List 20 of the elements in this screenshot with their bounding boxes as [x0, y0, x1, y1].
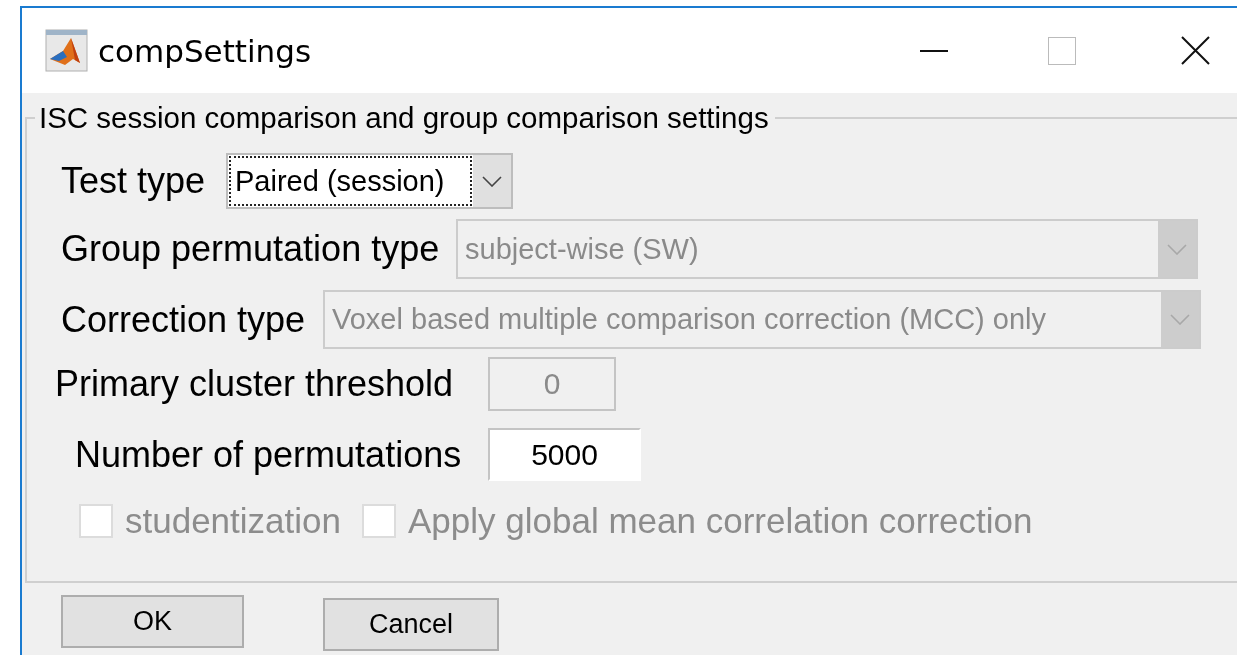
dialog-button[interactable]: Cancel	[323, 598, 499, 651]
caret-icon	[1170, 314, 1190, 325]
input-field[interactable]: 5000	[488, 428, 641, 481]
maximize-icon	[1048, 36, 1076, 65]
dropdown[interactable]: Paired (session)	[226, 153, 513, 209]
checkbox-label: Apply global mean correlation correction	[408, 501, 1033, 541]
minimize-icon	[920, 49, 948, 52]
window-title: compSettings	[98, 32, 313, 69]
field-label: Group permutation type	[61, 228, 441, 270]
caret-icon	[482, 175, 502, 187]
field-label: Primary cluster threshold	[55, 363, 455, 405]
close-icon	[1181, 36, 1210, 65]
caret-icon	[1167, 243, 1187, 255]
checkbox-label: studentization	[125, 501, 341, 541]
field-label: Test type	[61, 160, 207, 202]
peak-icon	[45, 29, 88, 72]
group-title: ISC session comparison and group comparison settings	[38, 103, 770, 133]
field-label: Correction type	[61, 298, 307, 341]
dialog-button[interactable]: OK	[61, 595, 244, 648]
field-label: Number of permutations	[75, 433, 463, 476]
